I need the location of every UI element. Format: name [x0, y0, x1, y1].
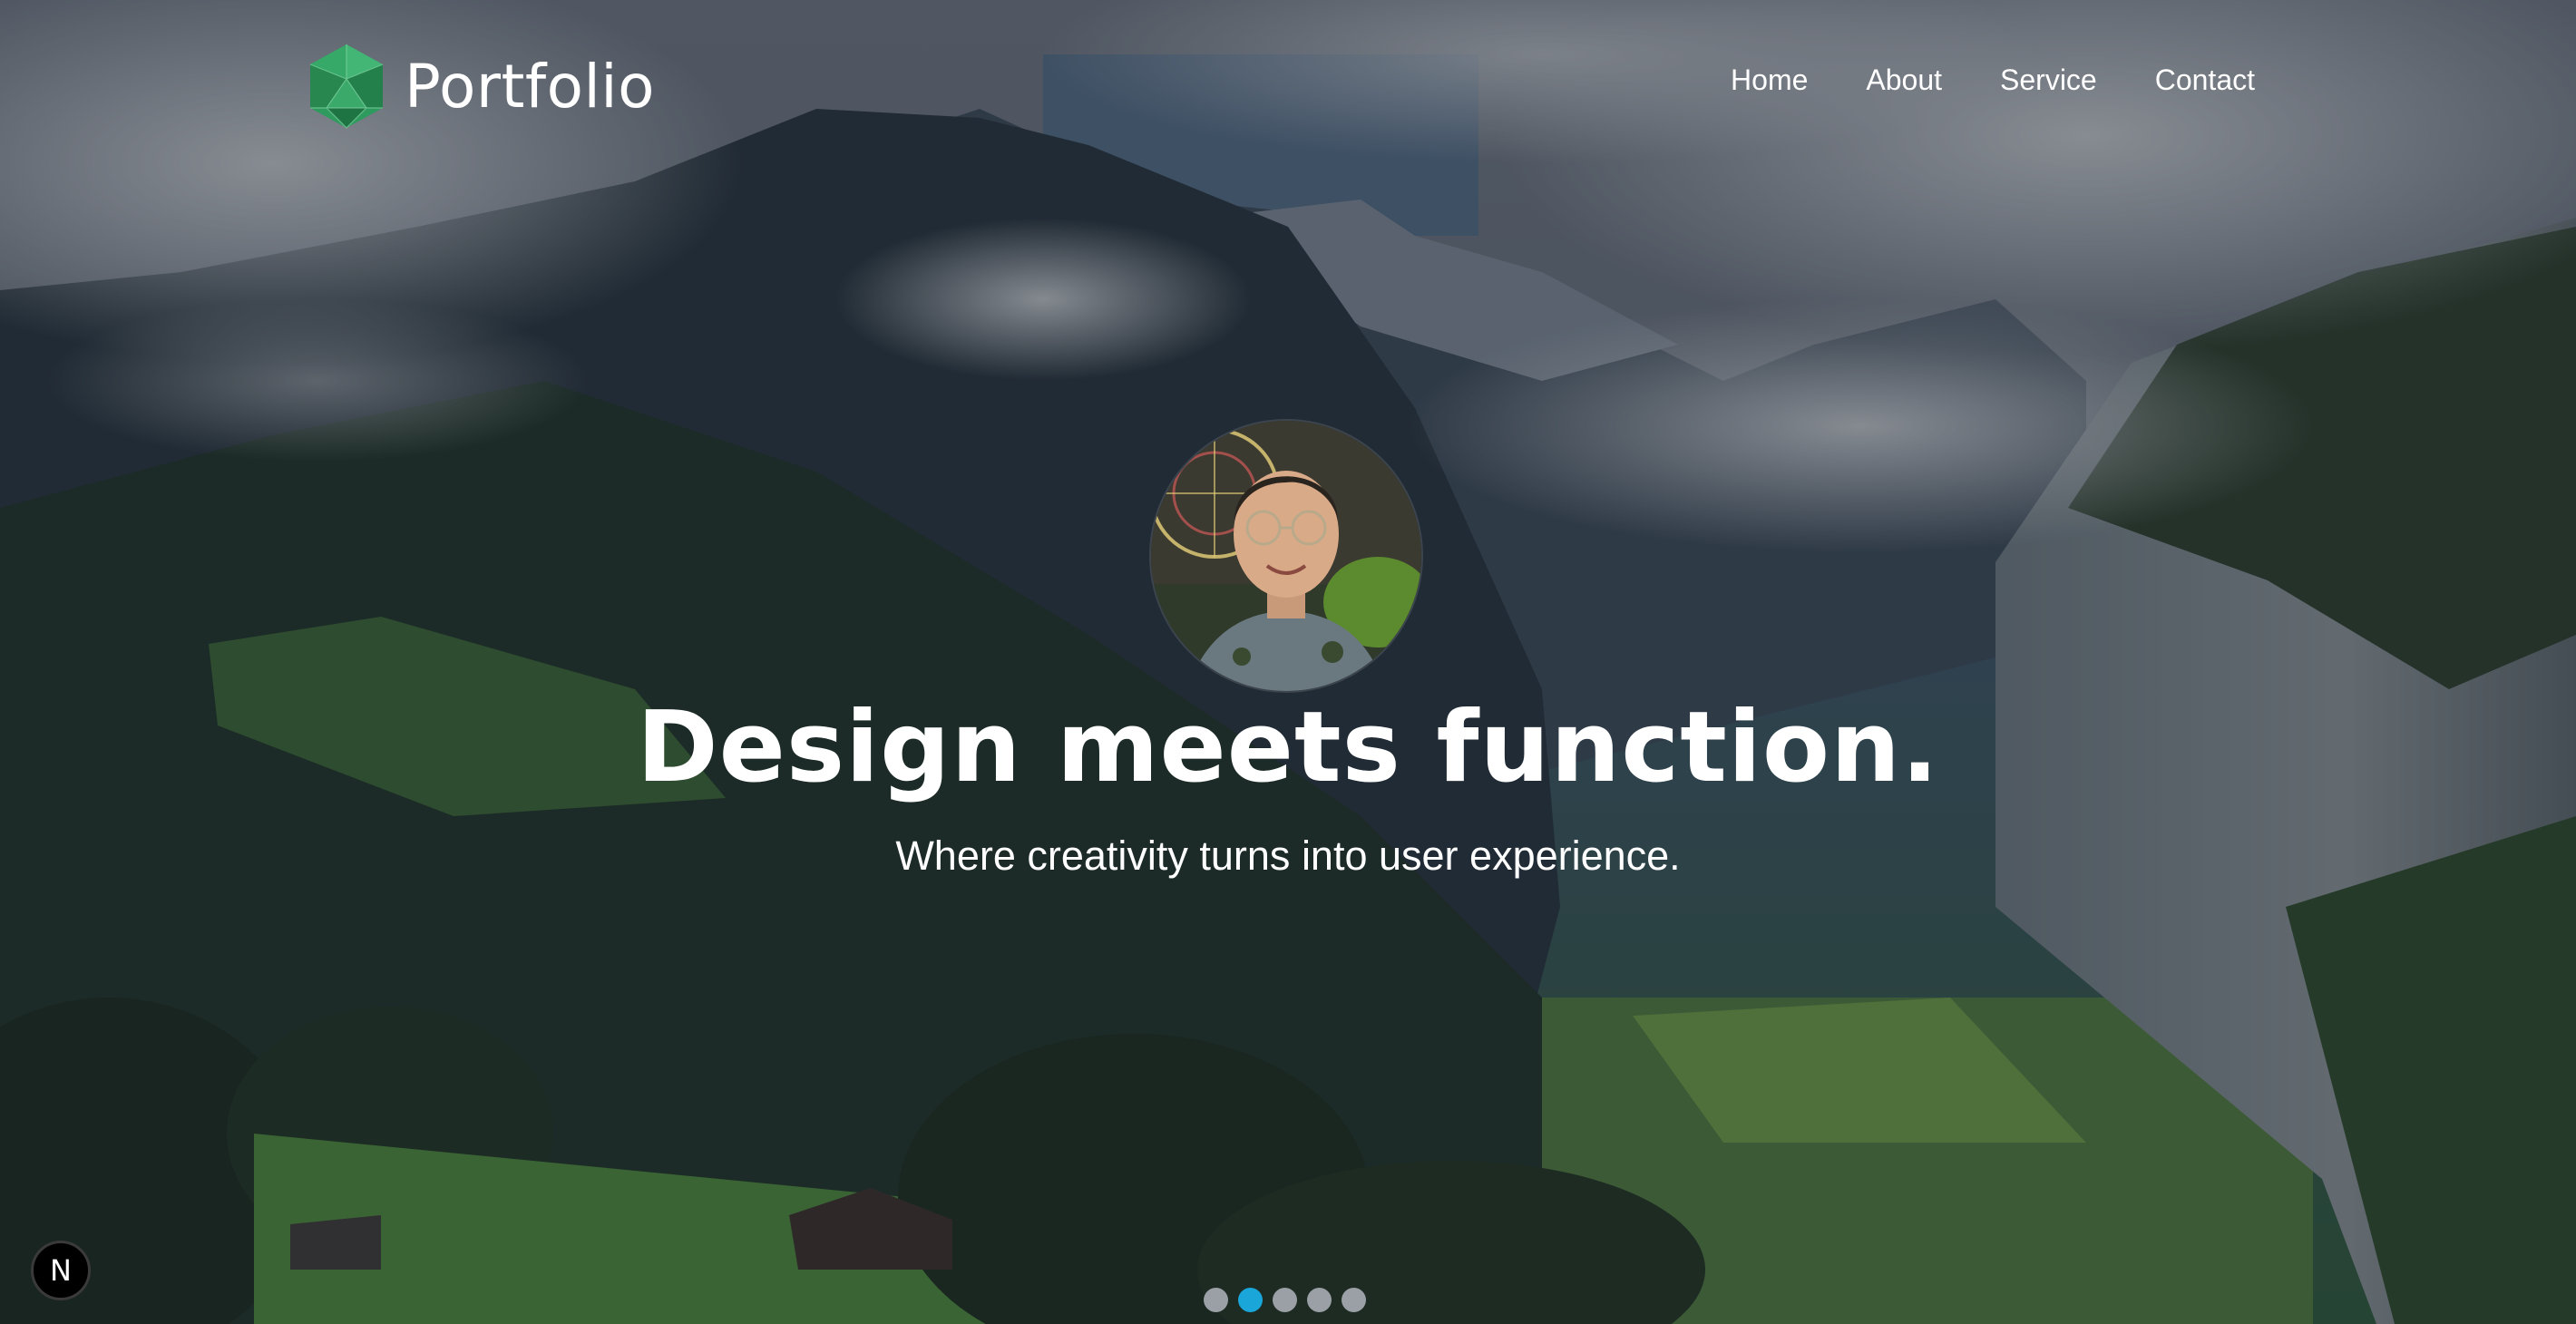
- slider-dots: [1204, 1288, 1366, 1312]
- slider-dot-4[interactable]: [1307, 1288, 1332, 1312]
- profile-avatar: [1149, 419, 1423, 693]
- slider-dot-3[interactable]: [1273, 1288, 1297, 1312]
- hero-section: Portfolio Home About Service Contact Des…: [0, 0, 2576, 1324]
- nav-contact[interactable]: Contact: [2155, 63, 2255, 97]
- brand-name: Portfolio: [405, 51, 656, 122]
- slider-dot-2[interactable]: [1238, 1288, 1263, 1312]
- nav-about[interactable]: About: [1866, 63, 1942, 97]
- nav-home[interactable]: Home: [1731, 63, 1808, 97]
- badge-letter: N: [50, 1253, 72, 1288]
- hero-headline: Design meets function.: [636, 691, 1940, 804]
- slider-dot-5[interactable]: [1342, 1288, 1366, 1312]
- hero-subline: Where creativity turns into user experie…: [895, 832, 1681, 879]
- site-header: Portfolio Home About Service Contact: [0, 0, 2576, 172]
- brand[interactable]: Portfolio: [305, 41, 655, 131]
- green-polyhedron-logo-icon: [309, 44, 384, 129]
- main-nav: Home About Service Contact: [1731, 63, 2255, 97]
- nav-service[interactable]: Service: [2000, 63, 2097, 97]
- slider-dot-1[interactable]: [1204, 1288, 1228, 1312]
- nextjs-badge-icon[interactable]: N: [31, 1241, 91, 1300]
